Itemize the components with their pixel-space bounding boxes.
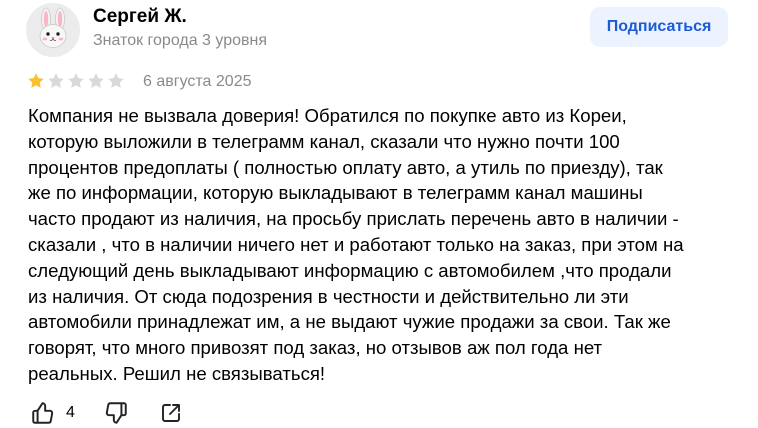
review-text-line: же по информации, которую выкладывают в … [28,182,643,204]
review-text-line: реальных. Решил не связываться! [28,362,326,384]
star-empty-icon [68,73,84,88]
star-empty-icon [108,73,124,88]
review-text-line: говорят, что много привозят под заказ, н… [28,337,603,359]
author-name[interactable]: Сергей Ж. [93,5,187,29]
avatar[interactable] [26,3,80,57]
like-button[interactable]: 4 [30,398,75,428]
like-count: 4 [66,404,75,421]
author-level: Знаток города 3 уровня [93,32,268,49]
review-text-line: которую выложили в телеграмм канал, сказ… [28,130,620,152]
review-date: 6 августа 2025 [143,73,252,90]
share-icon [162,404,180,422]
thumbs-down-icon [105,402,127,424]
dislike-button[interactable] [103,398,129,428]
star-empty-icon [48,73,64,88]
review-text-line: автомобили принадлежат им, а не выдают ч… [28,311,671,333]
review-text-line: следующий день выкладывают информацию с … [28,259,672,281]
review-text-line: часто продают из наличия, на просьбу при… [28,208,679,230]
review-card: Сергей Ж. Знаток города 3 уровня Подписа… [0,0,758,428]
review-text-line: процентов предоплаты ( полностью оплату … [28,156,663,178]
review-text-line: из наличия. От сюда подозрения в честнос… [28,285,629,307]
star-empty-icon [88,73,104,88]
rabbit-avatar-icon [26,3,80,57]
subscribe-button[interactable]: Подписаться [590,7,728,47]
share-button[interactable] [159,398,183,428]
review-text-line: Компания не вызвала доверия! Обратился п… [28,105,627,126]
review-text-line: сказали , что в наличии ничего нет и раб… [28,233,684,255]
star-filled-icon [28,73,44,88]
star-rating [27,72,125,90]
thumbs-up-icon [32,402,54,424]
review-text: Компания не вызвала доверия! Обратился п… [28,103,740,387]
